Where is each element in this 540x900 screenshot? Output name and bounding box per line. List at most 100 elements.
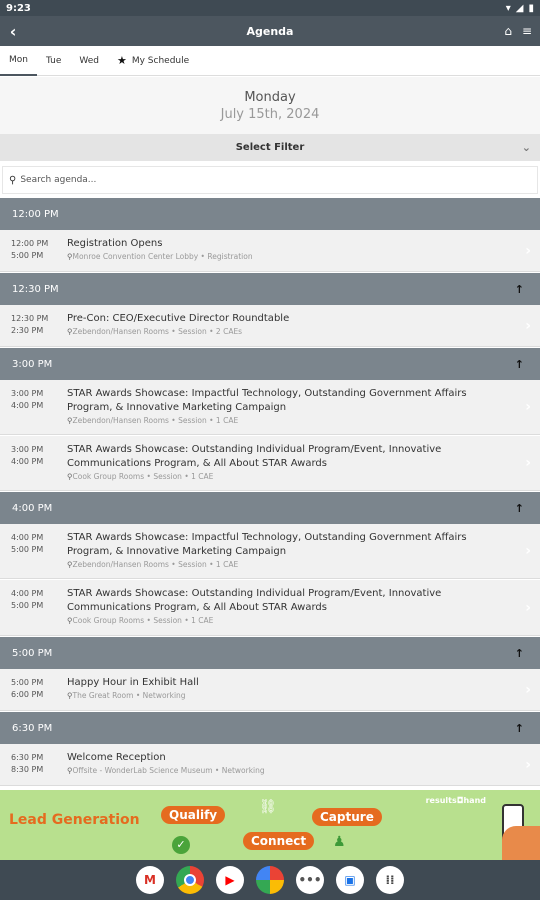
- session-row[interactable]: 3:00 PM 4:00 PM STAR Awards Showcase: Out…: [0, 436, 540, 491]
- chevron-right-icon: ›: [525, 756, 531, 773]
- tab-wed[interactable]: Wed: [70, 46, 108, 76]
- home-icon[interactable]: ⌂: [504, 24, 512, 38]
- session-row[interactable]: 12:30 PM 2:30 PM Pre-Con: CEO/Executive D…: [0, 305, 540, 347]
- chevron-right-icon: ›: [525, 242, 531, 259]
- ad-banner[interactable]: Lead Generation Qualify ✓ ⛓ Connect Capt…: [0, 790, 540, 860]
- status-icons: ▾ ◢ ▮: [506, 3, 534, 14]
- session-meta: Monroe Convention Center Lobby • Registr…: [72, 252, 253, 261]
- time-header-label: 12:00 PM: [12, 208, 59, 220]
- session-title: Registration Opens: [67, 238, 163, 249]
- session-times: 12:30 PM 2:30 PM: [11, 313, 48, 337]
- session-row[interactable]: 4:00 PM 5:00 PM STAR Awards Showcase: Imp…: [0, 524, 540, 579]
- start-time: 3:00 PM: [11, 389, 44, 398]
- check-circle-icon: ✓: [172, 836, 190, 854]
- tab-label: My Schedule: [131, 55, 190, 66]
- chevron-right-icon: ›: [525, 399, 531, 415]
- chevron-right-icon: ›: [525, 599, 531, 616]
- time-header: 3:00 PM ↑: [0, 348, 540, 380]
- banner-capture: Capture: [312, 808, 382, 826]
- end-time: 5:00 PM: [11, 251, 44, 260]
- session-title: Welcome Reception: [67, 752, 166, 763]
- session-row[interactable]: 6:30 PM 8:30 PM Welcome Reception ⚲Offsite…: [0, 744, 540, 786]
- select-filter-button[interactable]: Select Filter ⌄: [0, 134, 540, 161]
- link-icon: ⛓: [259, 799, 277, 815]
- end-time: 6:00 PM: [11, 690, 44, 699]
- banner-brand: results◘hand: [425, 796, 486, 805]
- dots-icon[interactable]: •••: [296, 866, 324, 894]
- time-header-label: 12:30 PM: [12, 283, 59, 295]
- session-times: 6:30 PM 8:30 PM: [11, 752, 43, 776]
- arrow-up-icon[interactable]: ↑: [515, 502, 524, 515]
- session-times: 3:00 PM 4:00 PM: [11, 444, 43, 468]
- session-title: STAR Awards Showcase: Impactful Technolo…: [67, 532, 467, 557]
- time-header: 5:00 PM ↑: [0, 637, 540, 669]
- tab-my-schedule[interactable]: ★ My Schedule: [108, 46, 198, 76]
- photos-icon[interactable]: [256, 866, 284, 894]
- arrow-up-icon[interactable]: ↑: [515, 283, 524, 296]
- banner-connect: Connect: [243, 832, 315, 850]
- person-icon: ♟: [333, 834, 346, 850]
- tab-label: Mon: [9, 54, 28, 65]
- session-meta: Cook Group Rooms • Session • 1 CAE: [72, 616, 214, 625]
- youtube-icon[interactable]: ▶: [216, 866, 244, 894]
- tab-tue[interactable]: Tue: [37, 46, 70, 76]
- messages-icon[interactable]: ▣: [336, 866, 364, 894]
- chevron-right-icon: ›: [525, 543, 531, 559]
- session-title: Pre-Con: CEO/Executive Director Roundtab…: [67, 313, 290, 324]
- session-times: 4:00 PM 5:00 PM: [11, 588, 43, 612]
- tab-mon[interactable]: Mon: [0, 46, 37, 76]
- chevron-down-icon: ⌄: [521, 141, 531, 154]
- session-times: 4:00 PM 5:00 PM: [11, 532, 43, 556]
- time-header: 12:00 PM: [0, 198, 540, 230]
- hand-icon: [502, 826, 540, 860]
- status-bar: 9:23 ▾ ◢ ▮: [0, 0, 540, 16]
- session-info: Happy Hour in Exhibit Hall ⚲The Great Roo…: [67, 676, 497, 701]
- session-info: Pre-Con: CEO/Executive Director Roundtab…: [67, 312, 497, 337]
- search-bar: ⚲: [2, 166, 538, 194]
- time-header-label: 6:30 PM: [12, 722, 53, 734]
- chevron-right-icon: ›: [525, 317, 531, 334]
- session-info: Welcome Reception ⚲Offsite - WonderLab Sc…: [67, 751, 497, 776]
- session-row[interactable]: 4:00 PM 5:00 PM STAR Awards Showcase: Out…: [0, 580, 540, 636]
- end-time: 2:30 PM: [11, 326, 44, 335]
- tab-label: Tue: [45, 55, 62, 66]
- end-time: 4:00 PM: [11, 457, 44, 466]
- session-title: STAR Awards Showcase: Outstanding Indivi…: [67, 444, 442, 469]
- start-time: 4:00 PM: [11, 589, 44, 598]
- arrow-up-icon[interactable]: ↑: [515, 647, 524, 660]
- apps-icon[interactable]: ⁞⁞: [376, 866, 404, 894]
- banner-qualify: Qualify: [161, 806, 226, 824]
- time-header: 6:30 PM ↑: [0, 712, 540, 744]
- search-input[interactable]: [20, 175, 421, 185]
- menu-icon[interactable]: ≡: [522, 24, 532, 38]
- battery-icon: ▮: [528, 2, 534, 14]
- day-name: Monday: [244, 90, 296, 105]
- arrow-up-icon[interactable]: ↑: [515, 358, 524, 371]
- session-times: 5:00 PM 6:00 PM: [11, 677, 43, 701]
- end-time: 4:00 PM: [11, 401, 44, 410]
- session-info: STAR Awards Showcase: Impactful Technolo…: [67, 531, 497, 570]
- day-tabs: Mon Tue Wed ★ My Schedule: [0, 46, 540, 76]
- app-bar: ‹ Agenda ⌂ ≡: [0, 16, 540, 46]
- session-info: STAR Awards Showcase: Outstanding Indivi…: [67, 443, 497, 482]
- session-row[interactable]: 3:00 PM 4:00 PM STAR Awards Showcase: Imp…: [0, 380, 540, 435]
- wifi-icon: ▾: [505, 2, 511, 14]
- time-header-label: 3:00 PM: [12, 358, 53, 370]
- gmail-icon[interactable]: M: [136, 866, 164, 894]
- arrow-up-icon[interactable]: ↑: [515, 722, 524, 735]
- session-meta: Zebendon/Hansen Rooms • Session • 1 CAE: [72, 416, 239, 425]
- session-meta: Cook Group Rooms • Session • 1 CAE: [72, 472, 214, 481]
- signal-icon: ◢: [515, 2, 524, 14]
- chrome-icon[interactable]: [176, 866, 204, 894]
- start-time: 3:00 PM: [11, 445, 44, 454]
- session-meta: The Great Room • Networking: [72, 691, 186, 700]
- agenda-list[interactable]: 12:00 PM 12:00 PM 5:00 PM Registration Op…: [0, 198, 540, 790]
- filter-label: Select Filter: [235, 142, 305, 153]
- banner-lead-text: Lead Generation: [9, 812, 140, 828]
- session-row[interactable]: 5:00 PM 6:00 PM Happy Hour in Exhibit Hal…: [0, 669, 540, 711]
- start-time: 12:30 PM: [11, 314, 49, 323]
- start-time: 5:00 PM: [11, 678, 44, 687]
- chevron-right-icon: ›: [525, 455, 531, 471]
- app-dock: M ▶ ••• ▣ ⁞⁞: [0, 860, 540, 900]
- session-row[interactable]: 12:00 PM 5:00 PM Registration Opens ⚲Monro…: [0, 230, 540, 272]
